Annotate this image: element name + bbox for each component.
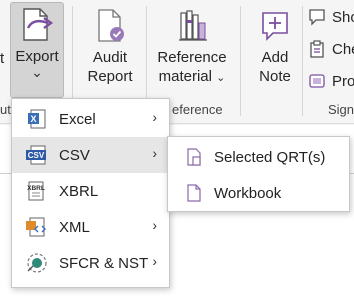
audit-report-icon (93, 4, 127, 48)
separator (240, 6, 241, 116)
csv-submenu: Selected QRT(s) Workbook (167, 136, 350, 212)
reference-material-button[interactable]: Reference material ⌄ (154, 4, 230, 88)
menu-item-label: CSV (59, 146, 90, 164)
submenu-item-label: Selected QRT(s) (214, 148, 326, 166)
workbook-icon (182, 183, 206, 203)
audit-report-label-1: Audit (92, 49, 128, 66)
menu-item-label: XBRL (59, 182, 99, 200)
protect-button[interactable]: Pro (308, 72, 354, 90)
clipboard-icon (310, 40, 324, 58)
menu-item-label: XML (59, 218, 90, 236)
svg-text:X: X (30, 114, 36, 124)
export-menu: X Excel › CSV CSV › XBRL XBRL XML › SFCR… (11, 98, 170, 288)
check-label: Che (332, 40, 354, 58)
menu-item-excel[interactable]: X Excel › (12, 101, 169, 137)
chevron-right-icon: › (152, 145, 157, 161)
menu-item-xml[interactable]: XML › (12, 209, 169, 245)
comment-icon (309, 9, 325, 26)
svg-text:CSV: CSV (28, 151, 45, 160)
selected-qrt-icon (182, 147, 206, 167)
submenu-item-selected-qrts[interactable]: Selected QRT(s) (168, 139, 349, 175)
add-note-label-1: Add (261, 49, 289, 66)
group-label-left: ut (0, 102, 11, 117)
show-comments-label: Sho (332, 8, 354, 26)
menu-item-csv[interactable]: CSV CSV › (12, 137, 169, 173)
group-label-reference: eference (172, 102, 223, 117)
show-comments-button[interactable]: Sho (308, 8, 354, 26)
reference-material-label-1: Reference (157, 49, 227, 66)
stamp-icon (309, 74, 325, 88)
audit-report-button[interactable]: Audit Report (82, 4, 138, 86)
books-icon (175, 4, 209, 48)
export-icon (20, 3, 54, 47)
add-note-icon (258, 4, 292, 48)
csv-icon: CSV (22, 144, 52, 166)
group-label-sign: Sign (328, 102, 354, 117)
export-button[interactable]: Export ⌄ (10, 2, 64, 98)
chevron-down-icon: ⌄ (31, 64, 43, 80)
chevron-right-icon: › (152, 109, 157, 125)
xbrl-icon: XBRL (22, 180, 52, 202)
chevron-right-icon: › (152, 253, 157, 269)
svg-text:XBRL: XBRL (27, 185, 45, 192)
partial-button-label[interactable]: t (0, 50, 4, 67)
protect-label: Pro (332, 72, 354, 90)
submenu-item-workbook[interactable]: Workbook (168, 175, 349, 211)
xml-icon (22, 216, 52, 238)
submenu-item-label: Workbook (214, 184, 282, 202)
separator (302, 6, 303, 116)
audit-report-label-2: Report (87, 68, 133, 85)
chevron-down-icon: ⌄ (216, 72, 226, 84)
add-note-label-2: Note (259, 68, 291, 85)
excel-icon: X (22, 108, 52, 130)
menu-item-label: Excel (59, 110, 96, 128)
add-note-button[interactable]: Add Note (252, 4, 298, 86)
check-button[interactable]: Che (308, 40, 354, 58)
menu-item-xbrl[interactable]: XBRL XBRL (12, 173, 169, 209)
menu-item-sfcr-nst[interactable]: SFCR & NST › (12, 245, 169, 281)
chevron-right-icon: › (152, 217, 157, 233)
sfcr-icon (22, 251, 52, 275)
menu-item-label: SFCR & NST (59, 254, 149, 272)
reference-material-label-2: material ⌄ (158, 68, 226, 85)
